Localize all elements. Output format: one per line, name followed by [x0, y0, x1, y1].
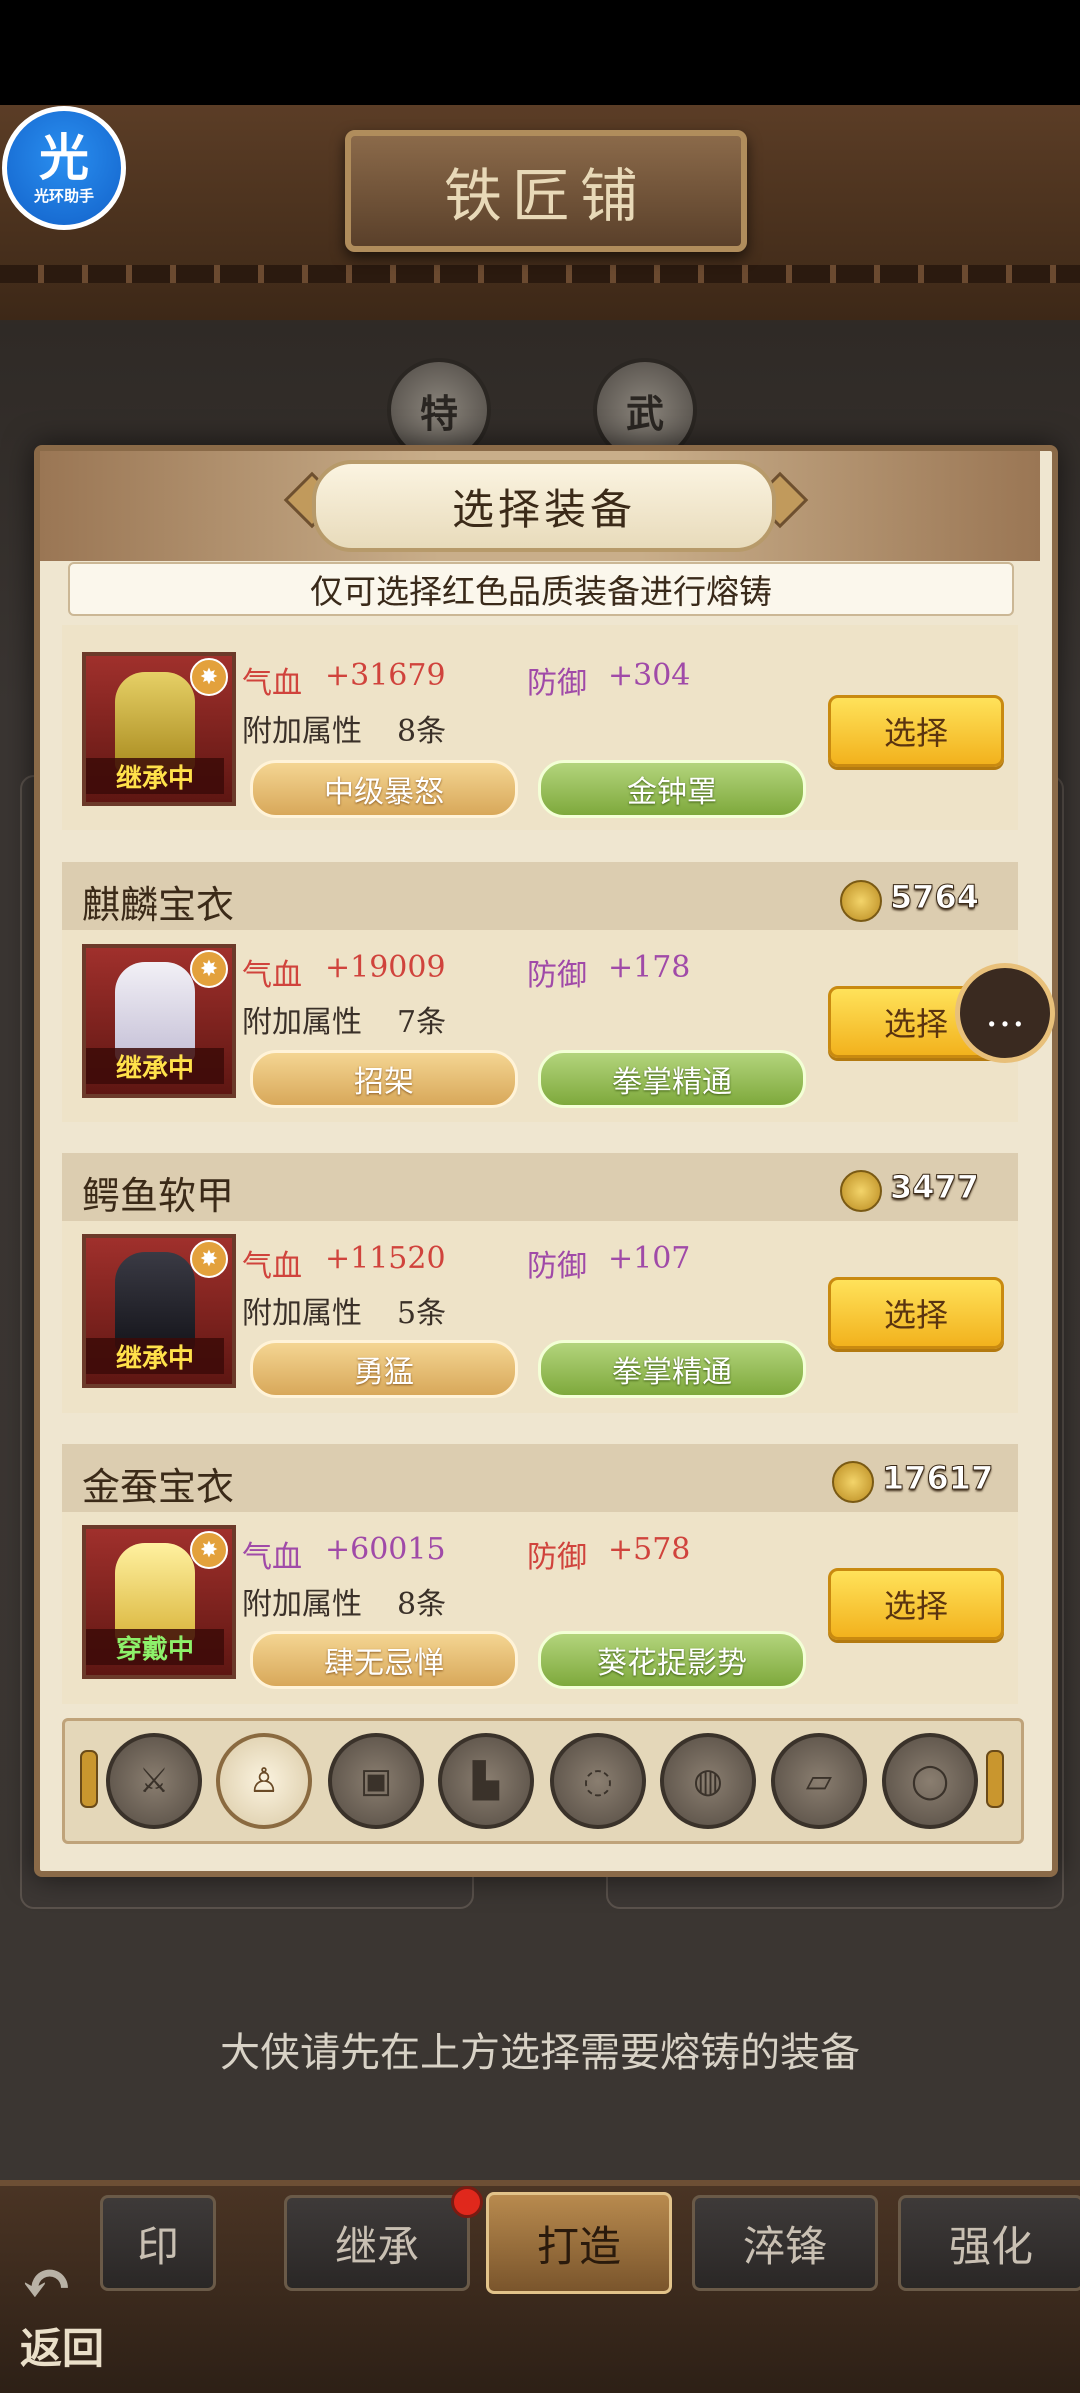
- status-tag: 继承中: [86, 1048, 224, 1084]
- quality-notice: 仅可选择红色品质装备进行熔铸: [68, 562, 1014, 616]
- hp-value: +19009: [325, 950, 446, 985]
- def-value: +578: [608, 1532, 691, 1567]
- skill-badge: 金钟罩: [538, 760, 806, 818]
- skill-badge: 葵花捉影势: [538, 1631, 806, 1689]
- status-bar: [0, 0, 1080, 105]
- extra-attr-count: 8条: [397, 1587, 447, 1622]
- select-button[interactable]: 选择: [828, 1568, 1004, 1640]
- extra-attr-label: 附加属性: [242, 1005, 362, 1040]
- shop-title: 铁匠铺: [345, 130, 747, 252]
- tab-enhance[interactable]: 强化: [898, 2195, 1080, 2291]
- weapon-slot-icon[interactable]: ⚔: [106, 1733, 202, 1829]
- equipment-slot-bar: [62, 1718, 1024, 1844]
- coin-icon: [832, 1461, 874, 1503]
- def-label: 防御: [527, 666, 587, 701]
- item-price: 5764: [889, 878, 980, 917]
- amulet-slot-icon[interactable]: ▱: [771, 1733, 867, 1829]
- item-price: 3477: [889, 1168, 980, 1207]
- boots-slot-icon[interactable]: ▙: [438, 1733, 534, 1829]
- item-name: 麒麟宝衣: [82, 883, 235, 927]
- extra-attr-count: 5条: [397, 1296, 447, 1331]
- quality-badge-icon: ✸: [190, 1531, 228, 1569]
- skill-badge: 招架: [250, 1050, 518, 1108]
- coin-icon: [840, 880, 882, 922]
- status-tag: 继承中: [86, 1338, 224, 1374]
- hp-label: 气血: [242, 666, 302, 701]
- def-label: 防御: [527, 958, 587, 993]
- extra-attr-label: 附加属性: [242, 714, 362, 749]
- def-label: 防御: [527, 1249, 587, 1284]
- scroll-cap-left-icon: [80, 1750, 98, 1808]
- scroll-cap-right-icon: [986, 1750, 1004, 1808]
- item-price: 17617: [881, 1459, 994, 1498]
- assistant-label: 光环助手: [33, 186, 94, 205]
- notification-dot: [451, 2186, 483, 2218]
- assistant-float-button[interactable]: 光 光环助手: [2, 106, 126, 230]
- tab-inherit[interactable]: 继承: [284, 2195, 470, 2291]
- hp-value: +31679: [325, 658, 446, 693]
- def-value: +107: [608, 1241, 691, 1276]
- quality-badge-icon: ✸: [190, 1240, 228, 1278]
- helmet-slot-icon[interactable]: ▣: [328, 1733, 424, 1829]
- back-arrow-icon: ↶: [20, 2247, 74, 2322]
- hp-label: 气血: [242, 1249, 302, 1284]
- quality-badge-icon: ✸: [190, 658, 228, 696]
- extra-attr-count: 7条: [397, 1005, 447, 1040]
- hp-value: +60015: [325, 1532, 446, 1567]
- def-label: 防御: [527, 1540, 587, 1575]
- def-value: +178: [608, 950, 691, 985]
- skill-badge: 中级暴怒: [250, 760, 518, 818]
- skill-badge: 肆无忌惮: [250, 1631, 518, 1689]
- skill-badge: 勇猛: [250, 1340, 518, 1398]
- skill-badge: 拳掌精通: [538, 1340, 806, 1398]
- assistant-glyph: 光: [39, 128, 89, 187]
- forge-hint-text: 大侠请先在上方选择需要熔铸的装备: [220, 2030, 860, 2076]
- select-button[interactable]: 选择: [828, 1277, 1004, 1349]
- tab-forge[interactable]: 打造: [486, 2192, 672, 2294]
- waist-slot-icon[interactable]: ◍: [660, 1733, 756, 1829]
- skill-badge: 拳掌精通: [538, 1050, 806, 1108]
- dialog-title: 选择装备: [312, 460, 776, 552]
- chat-bubble-icon[interactable]: …: [955, 963, 1055, 1063]
- back-label: 返回: [20, 2324, 105, 2373]
- hp-label: 气血: [242, 958, 302, 993]
- extra-attr-count: 8条: [397, 714, 447, 749]
- extra-attr-label: 附加属性: [242, 1587, 362, 1622]
- coin-icon: [840, 1170, 882, 1212]
- def-value: +304: [608, 658, 691, 693]
- hp-value: +11520: [325, 1241, 446, 1276]
- armor-slot-icon[interactable]: ♙: [216, 1733, 312, 1829]
- select-button[interactable]: 选择: [828, 695, 1004, 767]
- quality-badge-icon: ✸: [190, 950, 228, 988]
- back-button[interactable]: ↶ 返回: [20, 2247, 140, 2375]
- necklace-slot-icon[interactable]: ◌: [550, 1733, 646, 1829]
- item-name: 鳄鱼软甲: [82, 1174, 235, 1218]
- hp-label: 气血: [242, 1540, 302, 1575]
- status-tag: 穿戴中: [86, 1629, 224, 1665]
- tab-temper[interactable]: 淬锋: [692, 2195, 878, 2291]
- ring-slot-icon[interactable]: ◯: [882, 1733, 978, 1829]
- extra-attr-label: 附加属性: [242, 1296, 362, 1331]
- status-tag: 继承中: [86, 758, 224, 794]
- item-name: 金蚕宝衣: [82, 1465, 235, 1509]
